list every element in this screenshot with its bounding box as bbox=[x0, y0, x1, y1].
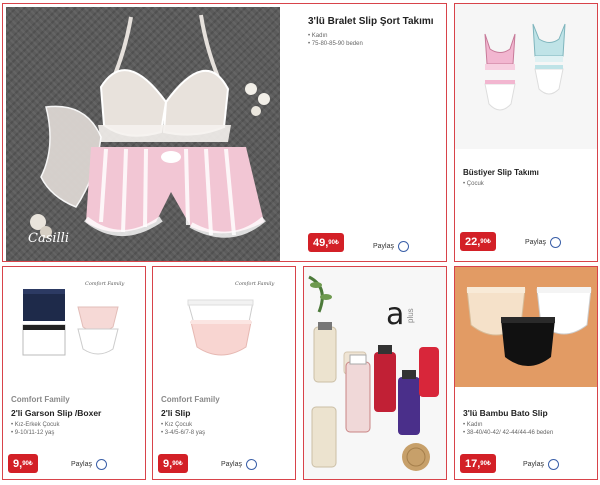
promo-image-card[interactable]: a plus bbox=[303, 266, 447, 480]
product-meta: • Kız Çocuk • 3-4/5-6/7-8 yaş bbox=[161, 421, 205, 437]
product-title[interactable]: 2'li Garson Slip /Boxer bbox=[11, 408, 101, 418]
meta-line: • Kız-Erkek Çocuk bbox=[11, 422, 60, 428]
product-title[interactable]: Büstiyer Slip Takımı bbox=[463, 168, 539, 177]
lingerie-illustration bbox=[30, 14, 270, 238]
share-label: Paylaş bbox=[221, 461, 243, 468]
product-card-bambu-bato[interactable]: 3'lü Bambu Bato Slip • Kadın • 38-40/40-… bbox=[454, 266, 598, 480]
product-meta: • Kadın • 75-80-85-90 beden bbox=[308, 32, 363, 48]
share-circle-icon bbox=[398, 241, 410, 252]
price-badge: 49, 90₺ bbox=[308, 233, 344, 252]
price-sup: 90₺ bbox=[328, 240, 339, 246]
meta-line: • Çocuk bbox=[463, 181, 484, 187]
share-button[interactable]: Paylaş bbox=[373, 241, 410, 252]
price-sup: 90₺ bbox=[22, 461, 33, 467]
brand-logo: Casilli bbox=[28, 231, 69, 246]
promo-logo: a plus bbox=[386, 297, 421, 332]
brand-name: Comfort Family bbox=[11, 395, 70, 404]
product-image[interactable]: Comfort Family bbox=[153, 267, 295, 387]
product-image[interactable] bbox=[455, 267, 597, 387]
product-card-2li-slip[interactable]: Comfort Family Comfort Family 2'li Slip … bbox=[152, 266, 296, 480]
product-image[interactable]: Comfort Family bbox=[3, 267, 145, 387]
price-badge: 9, 90₺ bbox=[158, 454, 188, 473]
share-circle-icon bbox=[550, 237, 562, 248]
price-badge: 22, 90₺ bbox=[460, 232, 496, 251]
share-button[interactable]: Paylaş bbox=[71, 459, 108, 470]
share-label: Paylaş bbox=[525, 239, 547, 246]
product-card-garson-slip[interactable]: Comfort Family Comfort Family 2'li Garso… bbox=[2, 266, 146, 480]
product-image[interactable] bbox=[455, 4, 597, 149]
brand-name: Comfort Family bbox=[161, 395, 220, 404]
promo-products-illustration bbox=[304, 267, 446, 479]
meta-line: • Kız Çocuk bbox=[161, 422, 193, 428]
product-title[interactable]: 3'lü Bambu Bato Slip bbox=[463, 408, 548, 418]
share-button[interactable]: Paylaş bbox=[221, 459, 258, 470]
meta-line: • Kadın bbox=[308, 33, 328, 39]
price-main: 17, bbox=[465, 457, 481, 470]
price-badge: 17, 90₺ bbox=[460, 454, 496, 473]
share-button[interactable]: Paylaş bbox=[523, 459, 560, 470]
product-title[interactable]: 2'li Slip bbox=[161, 408, 190, 418]
product-meta: • Kadın • 38-40/40-42/ 42-44/44-46 beden bbox=[463, 421, 553, 437]
share-button[interactable]: Paylaş bbox=[525, 237, 562, 248]
pack-label: Comfort Family bbox=[85, 281, 125, 287]
meta-line: • 38-40/40-42/ 42-44/44-46 beden bbox=[463, 430, 554, 436]
price-sup: 90₺ bbox=[480, 239, 491, 245]
meta-line: • Kadın bbox=[463, 422, 483, 428]
meta-line: • 75-80-85-90 beden bbox=[308, 41, 363, 47]
promo-logo-letter: a bbox=[386, 297, 405, 332]
share-circle-icon bbox=[96, 459, 108, 470]
price-main: 49, bbox=[313, 236, 329, 249]
featured-product-card[interactable]: Casilli 3'lü Bralet Slip Şort Takımı • K… bbox=[2, 3, 447, 262]
price-badge: 9, 90₺ bbox=[8, 454, 38, 473]
product-meta: • Çocuk bbox=[463, 180, 484, 188]
promo-logo-word: plus bbox=[406, 308, 416, 323]
share-label: Paylaş bbox=[373, 243, 395, 250]
product-meta: • Kız-Erkek Çocuk • 9-10/11-12 yaş bbox=[11, 421, 59, 437]
price-main: 9, bbox=[163, 457, 173, 470]
price-sup: 90₺ bbox=[172, 461, 183, 467]
featured-product-image[interactable]: Casilli bbox=[6, 7, 280, 261]
share-label: Paylaş bbox=[523, 461, 545, 468]
product-card-bustiyer[interactable]: Büstiyer Slip Takımı • Çocuk 22, 90₺ Payl… bbox=[454, 3, 598, 262]
meta-line: • 3-4/5-6/7-8 yaş bbox=[161, 430, 206, 436]
product-title[interactable]: 3'lü Bralet Slip Şort Takımı bbox=[308, 16, 434, 27]
pack-label: Comfort Family bbox=[235, 281, 275, 287]
price-sup: 90₺ bbox=[480, 461, 491, 467]
share-label: Paylaş bbox=[71, 461, 93, 468]
share-circle-icon bbox=[246, 459, 258, 470]
price-main: 22, bbox=[465, 235, 481, 248]
meta-line: • 9-10/11-12 yaş bbox=[11, 430, 55, 436]
share-circle-icon bbox=[548, 459, 560, 470]
price-main: 9, bbox=[13, 457, 23, 470]
